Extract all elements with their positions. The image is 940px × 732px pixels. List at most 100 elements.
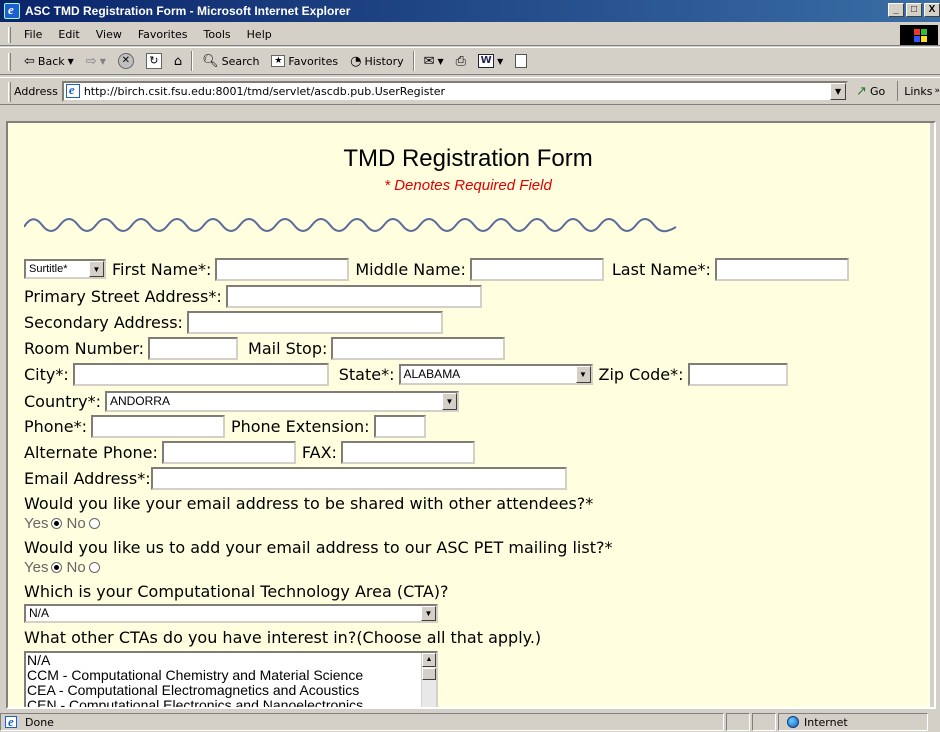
- secondary-address-row: Secondary Address:: [24, 310, 447, 334]
- go-button[interactable]: ↗ Go: [856, 84, 885, 99]
- menu-favorites[interactable]: Favorites: [130, 28, 196, 41]
- print-button[interactable]: ⎙: [450, 49, 472, 73]
- list-item[interactable]: CEN - Computational Electronics and Nano…: [26, 698, 436, 708]
- mail-stop-input[interactable]: [331, 336, 506, 360]
- address-url[interactable]: http://birch.csit.fsu.edu:8001/tmd/servl…: [84, 85, 445, 98]
- mailing-list-no-label: No: [66, 558, 86, 576]
- status-text: Done: [25, 715, 54, 729]
- mailing-list-yes-radio[interactable]: [51, 561, 63, 573]
- cta-select[interactable]: N/A ▼: [24, 603, 438, 623]
- chevron-right-icon: »: [934, 86, 940, 96]
- go-arrow-icon: ↗: [856, 83, 867, 99]
- search-button[interactable]: 🔍︎ Search: [196, 49, 265, 73]
- favorites-icon: ★: [271, 55, 286, 67]
- page-scrollbar[interactable]: [929, 123, 934, 707]
- home-button[interactable]: ⌂: [168, 49, 188, 73]
- window-title: ASC TMD Registration Form - Microsoft In…: [25, 4, 351, 18]
- maximize-button[interactable]: □: [906, 3, 922, 17]
- refresh-button[interactable]: ↻: [140, 49, 168, 73]
- menu-help[interactable]: Help: [239, 28, 280, 41]
- history-label: History: [364, 54, 404, 68]
- mailing-list-no-radio[interactable]: [88, 561, 100, 573]
- minimize-button[interactable]: _: [888, 3, 904, 17]
- page-viewport[interactable]: TMD Registration Form * Denotes Required…: [6, 121, 936, 709]
- stop-icon: ✕: [117, 53, 134, 69]
- phone-input[interactable]: [90, 414, 225, 438]
- share-email-no-radio[interactable]: [88, 517, 100, 529]
- primary-address-input[interactable]: [225, 284, 482, 308]
- search-icon: 🔍︎: [202, 53, 219, 69]
- forward-arrow-icon: ⇨: [85, 53, 97, 69]
- cta-select-row: N/A ▼: [24, 603, 442, 623]
- decorative-divider: [24, 218, 677, 233]
- share-email-question-row: Would you like your email address to be …: [24, 491, 593, 515]
- discuss-button[interactable]: [509, 49, 533, 73]
- fax-label: FAX:: [301, 442, 337, 462]
- zip-code-label: Zip Code*:: [598, 364, 684, 384]
- email-address-input[interactable]: [150, 466, 567, 490]
- state-label: State*:: [338, 364, 395, 384]
- primary-address-label: Primary Street Address*:: [24, 286, 222, 306]
- menu-edit[interactable]: Edit: [50, 28, 87, 41]
- country-select[interactable]: ANDORRA ▼: [104, 390, 459, 412]
- first-name-input[interactable]: [215, 257, 350, 281]
- toolbar-separator: [191, 51, 194, 71]
- email-address-label: Email Address*:: [24, 468, 151, 488]
- toolbar-grip[interactable]: [8, 53, 11, 71]
- address-dropdown-button[interactable]: ▼: [830, 82, 847, 100]
- last-name-input[interactable]: [714, 257, 849, 281]
- cta-value: N/A: [29, 606, 50, 620]
- phone-extension-input[interactable]: [373, 414, 426, 438]
- list-item[interactable]: CCM - Computational Chemistry and Materi…: [26, 668, 436, 683]
- menu-file[interactable]: File: [16, 28, 50, 41]
- chevron-down-icon: ▼: [99, 56, 106, 66]
- back-button[interactable]: ⇦ Back ▼: [18, 49, 80, 73]
- chevron-down-icon: ▼: [89, 261, 104, 277]
- mail-button[interactable]: ✉ ▼: [418, 49, 450, 73]
- fax-input[interactable]: [340, 440, 475, 464]
- forward-button[interactable]: ⇨ ▼: [80, 49, 112, 73]
- zone-label: Internet: [804, 715, 848, 729]
- ie-logo-icon: [4, 2, 20, 19]
- edit-word-button[interactable]: W ▼: [472, 49, 509, 73]
- menubar-grip[interactable]: [8, 27, 11, 43]
- other-cta-listbox[interactable]: N/A CCM - Computational Chemistry and Ma…: [24, 651, 438, 708]
- links-button[interactable]: Links »: [897, 81, 940, 101]
- room-number-input[interactable]: [148, 336, 239, 360]
- middle-name-input[interactable]: [469, 257, 604, 281]
- addressbar-grip[interactable]: [8, 82, 11, 102]
- refresh-icon: ↻: [145, 53, 162, 69]
- alternate-phone-input[interactable]: [161, 440, 296, 464]
- state-select[interactable]: ALABAMA ▼: [398, 363, 593, 385]
- list-item[interactable]: CEA - Computational Electromagnetics and…: [26, 683, 436, 698]
- standard-toolbar: ⇦ Back ▼ ⇨ ▼ ✕ ↻ ⌂ 🔍︎ Search ★ Favorites…: [0, 47, 940, 75]
- scroll-thumb[interactable]: [422, 668, 436, 680]
- phone-label: Phone*:: [24, 416, 87, 436]
- favorites-button[interactable]: ★ Favorites: [265, 49, 344, 73]
- country-row: Country*: ANDORRA ▼: [24, 389, 463, 413]
- close-button[interactable]: X: [924, 3, 940, 17]
- stop-button[interactable]: ✕: [112, 49, 140, 73]
- surtitle-select[interactable]: Surtitle* ▼: [24, 259, 106, 279]
- city-input[interactable]: [72, 362, 329, 386]
- history-button[interactable]: ◔ History: [344, 49, 409, 73]
- required-field-note: * Denotes Required Field: [384, 177, 552, 194]
- country-label: Country*:: [24, 391, 101, 411]
- chevron-down-icon: ▼: [67, 56, 74, 66]
- mailing-list-question: Would you like us to add your email addr…: [24, 537, 613, 557]
- secondary-address-input[interactable]: [186, 310, 443, 334]
- zip-code-input[interactable]: [687, 362, 788, 386]
- window-title-bar: ASC TMD Registration Form - Microsoft In…: [0, 0, 940, 22]
- share-email-yes-radio[interactable]: [51, 517, 63, 529]
- scroll-up-icon[interactable]: ▲: [422, 653, 436, 667]
- listbox-scrollbar[interactable]: ▲: [421, 653, 436, 707]
- address-input[interactable]: http://birch.csit.fsu.edu:8001/tmd/servl…: [61, 80, 849, 102]
- list-item[interactable]: N/A: [26, 653, 436, 668]
- mail-icon: ✉: [423, 53, 435, 69]
- chevron-down-icon: ▼: [421, 605, 436, 621]
- state-value: ALABAMA: [403, 367, 461, 381]
- menu-view[interactable]: View: [88, 28, 130, 41]
- mailing-list-yes-label: Yes: [24, 558, 49, 576]
- middle-name-label: Middle Name:: [355, 259, 466, 279]
- menu-tools[interactable]: Tools: [196, 28, 239, 41]
